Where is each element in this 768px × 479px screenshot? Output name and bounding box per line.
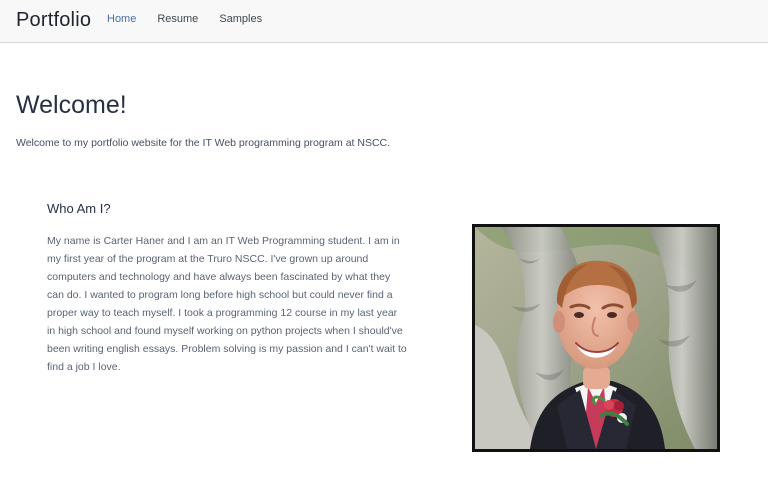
nav-samples-link[interactable]: Samples xyxy=(219,12,262,26)
page-title: Welcome! xyxy=(16,91,127,119)
brand-link[interactable]: Portfolio xyxy=(16,8,91,32)
about-heading: Who Am I? xyxy=(47,201,111,216)
intro-text: Welcome to my portfolio website for the … xyxy=(16,137,391,149)
navbar: Portfolio Home Resume Samples xyxy=(0,0,768,43)
about-paragraph: My name is Carter Haner and I am an IT W… xyxy=(47,235,407,373)
nav-resume-link[interactable]: Resume xyxy=(157,12,198,26)
nav-links: Home Resume Samples xyxy=(107,12,262,26)
nav-home-link[interactable]: Home xyxy=(107,12,136,26)
profile-photo xyxy=(472,224,720,452)
profile-photo-illustration xyxy=(475,227,717,449)
